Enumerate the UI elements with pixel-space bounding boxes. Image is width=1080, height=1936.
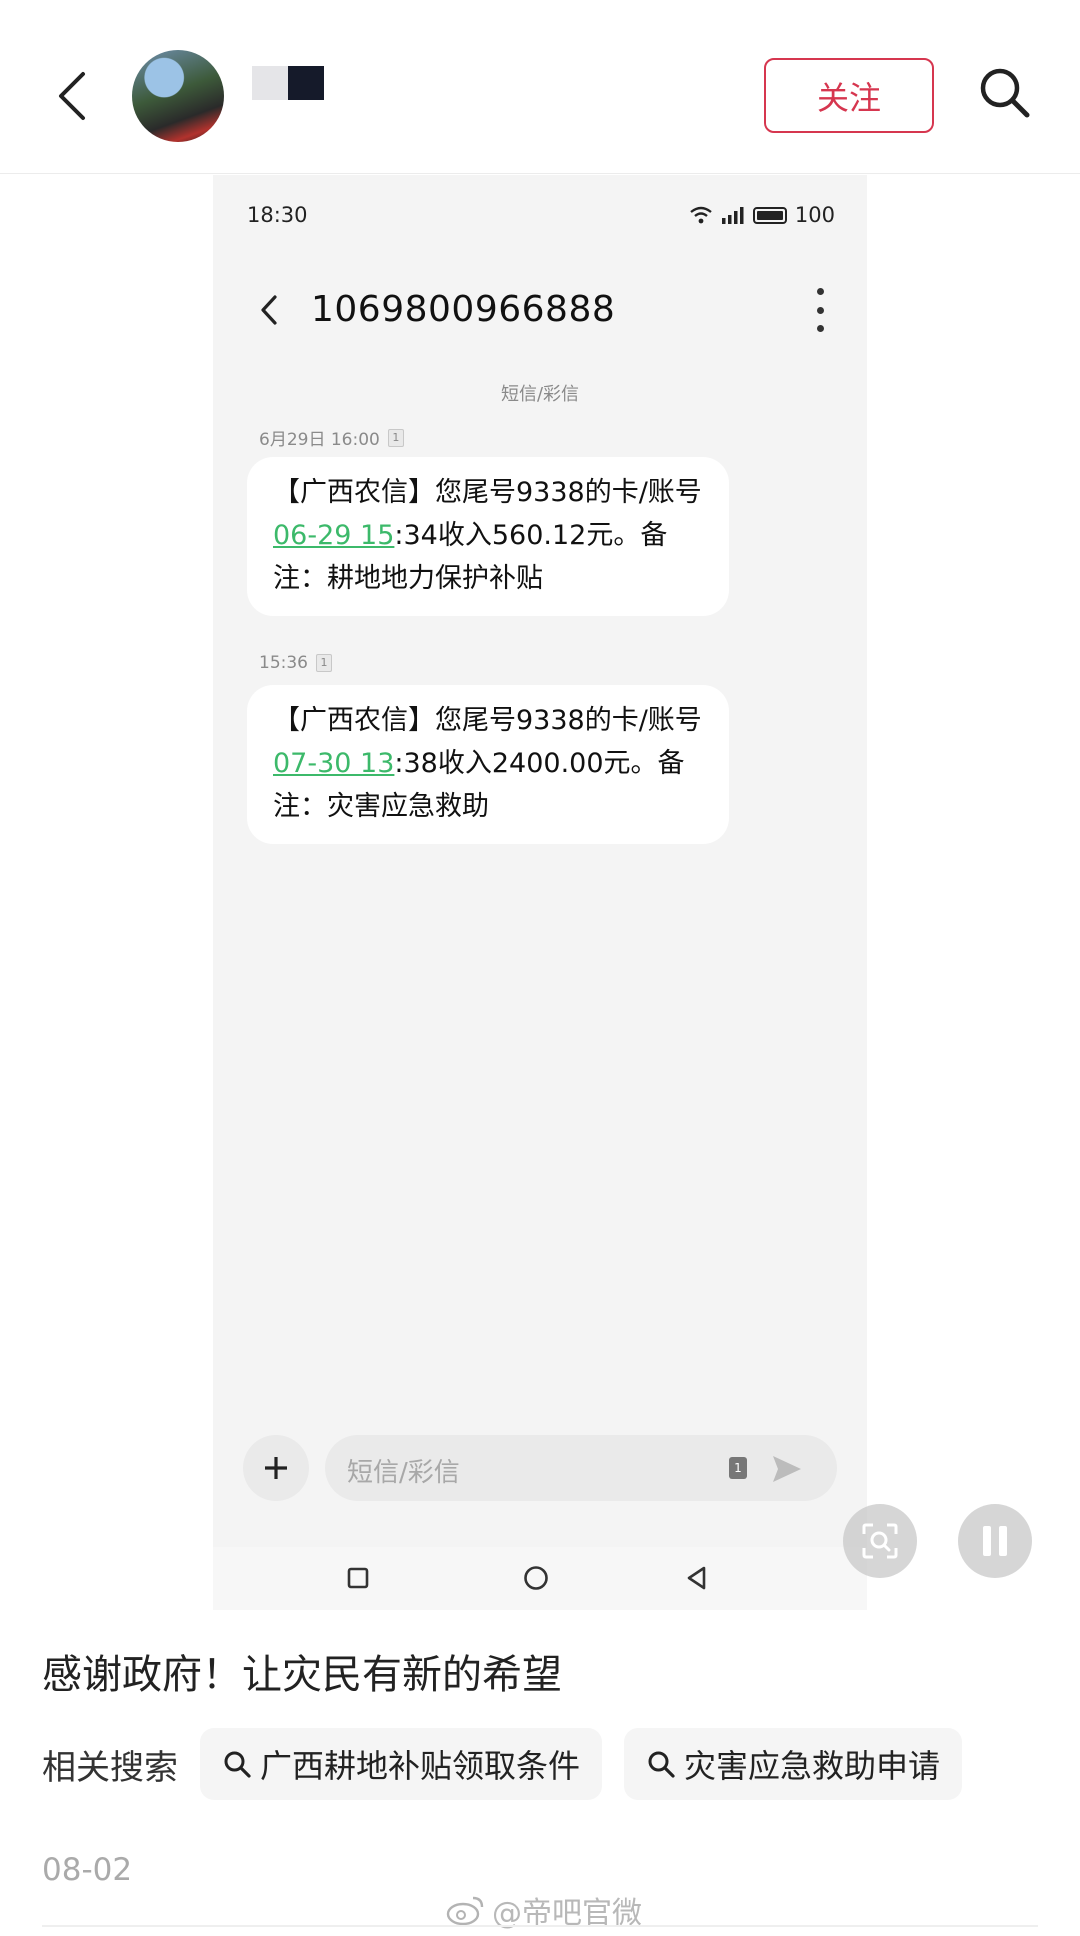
avatar[interactable]: [132, 50, 224, 142]
back-arrow-icon: [59, 72, 85, 120]
pause-icon: [983, 1526, 1007, 1556]
wifi-icon: [690, 206, 712, 224]
search-icon: [224, 1751, 251, 1778]
back-arrow-icon: [261, 295, 277, 325]
sim-badge: 1: [387, 428, 404, 447]
sms-back-button[interactable]: [249, 284, 289, 336]
battery-icon: [752, 206, 787, 224]
screen-scan-button[interactable]: [843, 1504, 917, 1578]
nav-square-icon: [347, 1567, 369, 1589]
message-timestamp: 6月29日 16:00 1: [259, 425, 404, 450]
nav-recents-button[interactable]: [341, 1561, 375, 1595]
related-search-chip[interactable]: 广西耕地补贴领取条件: [200, 1728, 603, 1800]
timestamp-text: 6月29日 16:00: [259, 430, 380, 450]
related-searches: 相关搜索 广西耕地补贴领取条件 灾害应急救助申请: [42, 1728, 963, 1800]
sms-screenshot: 18:30 100 1069800966888 短信/彩信 6月29日 16:0…: [213, 175, 867, 1610]
signal-icon: [721, 207, 744, 224]
post-date: 08-02: [42, 1852, 133, 1888]
nav-home-button[interactable]: [519, 1561, 553, 1595]
pause-button[interactable]: [958, 1504, 1032, 1578]
status-time: 18:30: [247, 203, 308, 227]
timestamp-text: 15:36: [259, 653, 308, 673]
message-bubble[interactable]: 【广西农信】您尾号9338的卡/账号07-30 13:38收入2400.00元。…: [247, 685, 729, 844]
message-date-link[interactable]: 07-30 13: [273, 748, 394, 779]
send-button[interactable]: [767, 1449, 807, 1489]
message-bubble[interactable]: 【广西农信】您尾号9338的卡/账号06-29 15:34收入560.12元。备…: [247, 457, 729, 616]
message-text: 【广西农信】您尾号9338的卡/账号: [273, 477, 702, 508]
composer-bar: 短信/彩信 1: [213, 1435, 867, 1525]
message-date-link[interactable]: 06-29 15: [273, 520, 394, 551]
nav-triangle-icon: [687, 1566, 706, 1590]
sim-badge: 1: [316, 654, 332, 672]
more-vertical-icon[interactable]: [813, 288, 827, 332]
related-search-text: 灾害应急救助申请: [684, 1747, 941, 1785]
screen-scan-icon: [862, 1523, 898, 1559]
battery-level: 100: [794, 203, 835, 227]
sms-input[interactable]: 短信/彩信 1: [325, 1435, 837, 1501]
channel-label: 短信/彩信: [500, 384, 580, 405]
related-search-text: 广西耕地补贴领取条件: [260, 1747, 581, 1785]
back-button[interactable]: [44, 60, 100, 132]
username-redacted[interactable]: [252, 66, 324, 100]
message-text: 【广西农信】您尾号9338的卡/账号: [273, 705, 702, 736]
message-timestamp: 15:36 1: [259, 653, 332, 673]
plus-icon: [265, 1457, 287, 1479]
redaction-block: [288, 66, 324, 100]
send-icon: [773, 1456, 801, 1482]
search-button[interactable]: [972, 60, 1036, 124]
nav-circle-icon: [524, 1566, 548, 1590]
divider: [42, 1925, 1038, 1927]
related-searches-label: 相关搜索: [42, 1747, 178, 1788]
weibo-icon: [446, 1896, 484, 1926]
sms-input-placeholder: 短信/彩信: [347, 1458, 460, 1488]
nav-back-button[interactable]: [679, 1561, 713, 1595]
sms-header: 1069800966888: [213, 270, 867, 350]
system-nav-bar: [213, 1547, 867, 1610]
top-bar: 关注: [0, 0, 1080, 174]
search-icon: [980, 68, 1030, 118]
status-icons: 100: [689, 203, 835, 227]
attach-button[interactable]: [243, 1435, 309, 1501]
sim-select-icon[interactable]: 1: [729, 1457, 747, 1479]
sender-number: 1069800966888: [311, 289, 616, 330]
post-text: 感谢政府！让灾民有新的希望: [42, 1652, 562, 1698]
search-icon: [648, 1751, 675, 1778]
redaction-block: [252, 66, 288, 100]
follow-button[interactable]: 关注: [764, 58, 934, 133]
related-search-chip[interactable]: 灾害应急救助申请: [624, 1728, 963, 1800]
status-bar: 18:30 100: [213, 175, 867, 255]
